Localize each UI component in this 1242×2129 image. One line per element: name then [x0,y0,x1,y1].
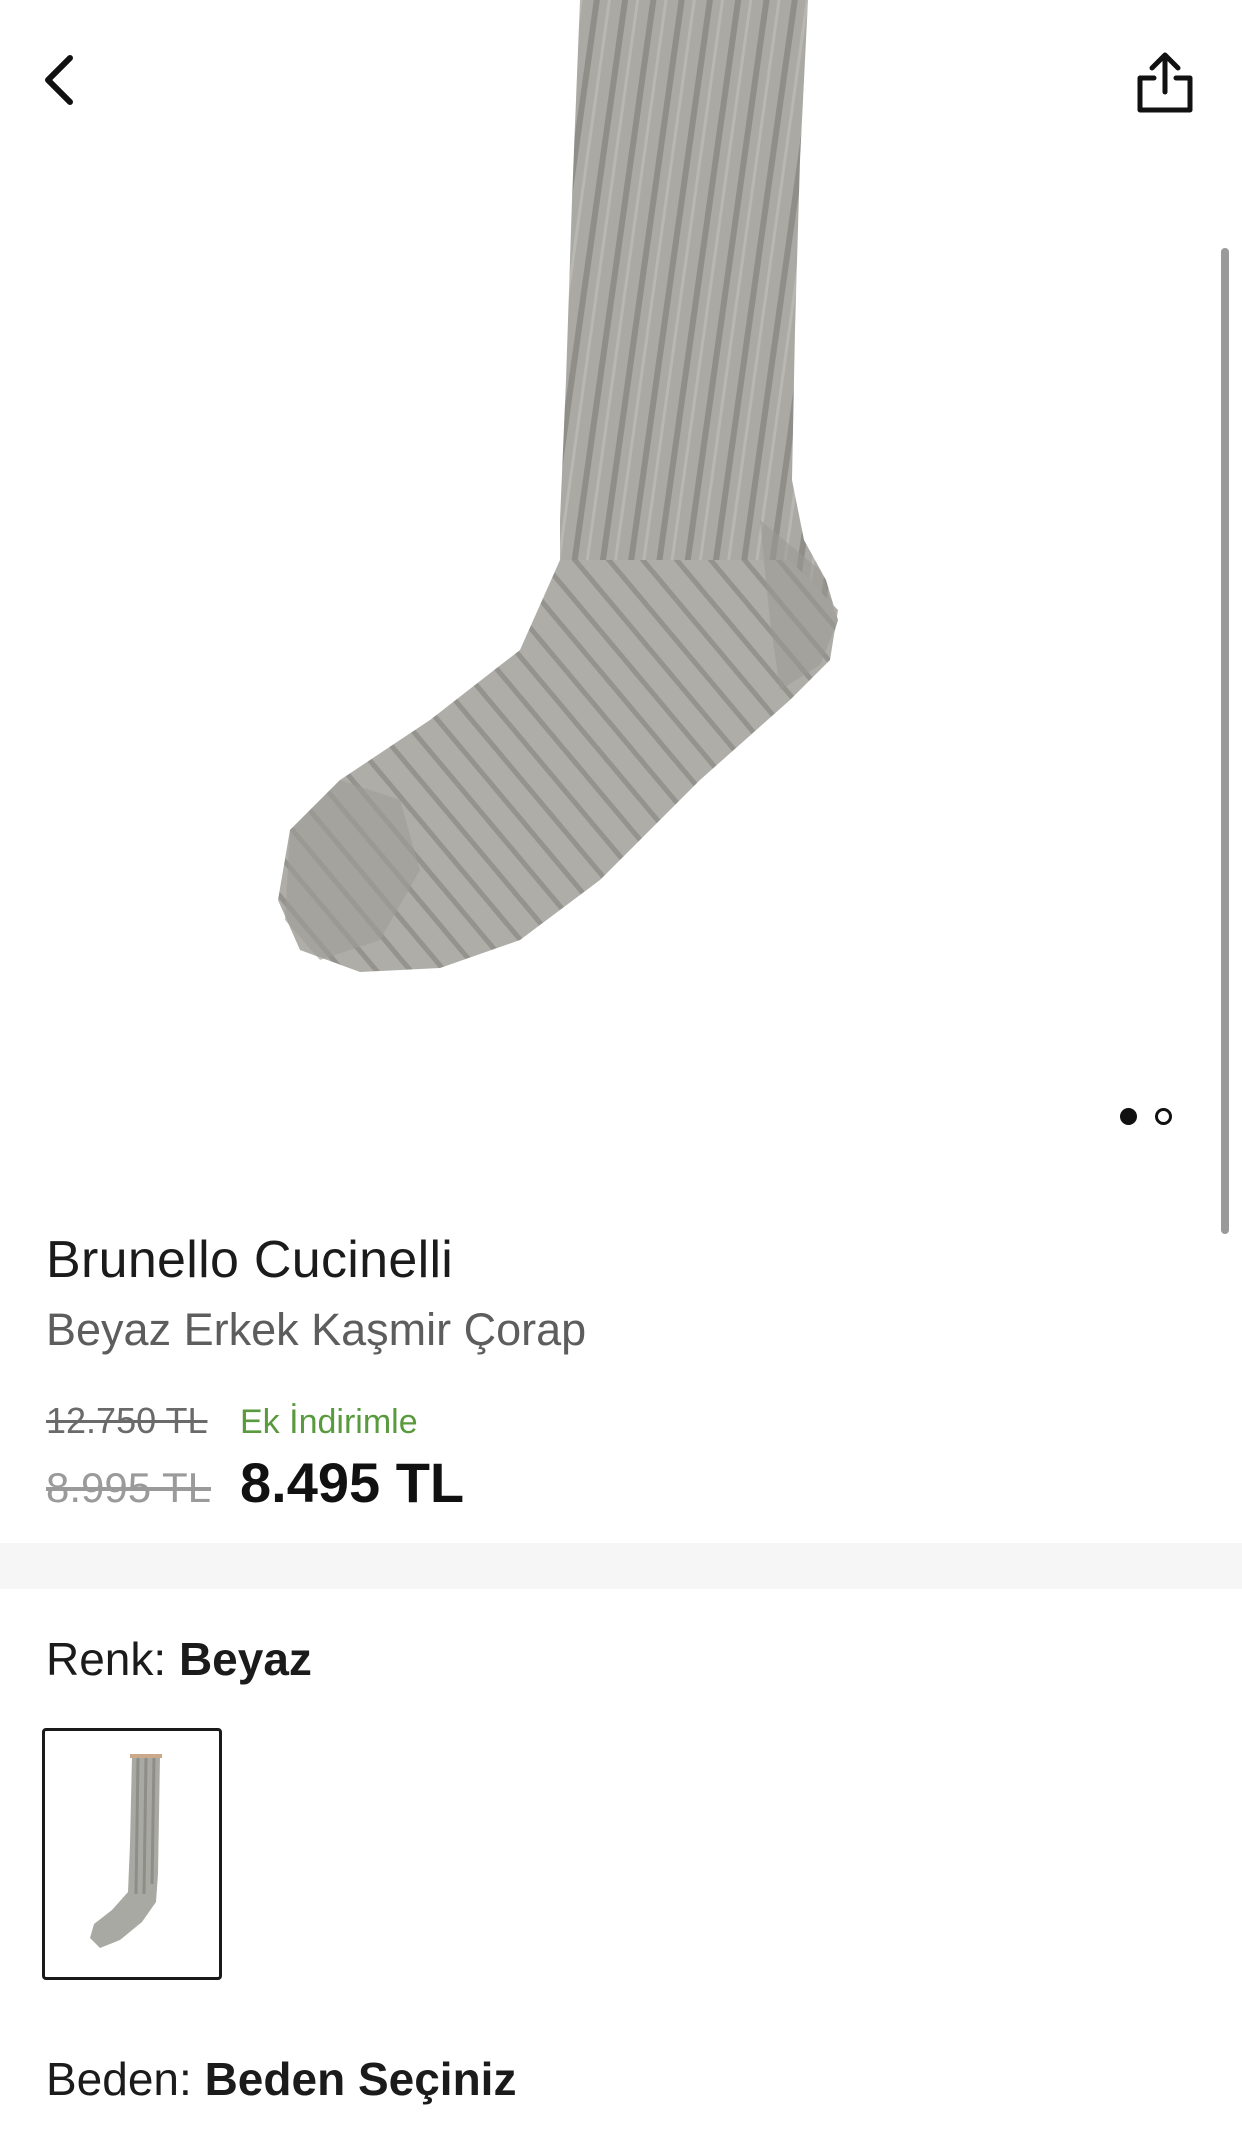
sale-price: 8.995 TL [46,1464,212,1511]
share-icon [1137,52,1193,113]
pager-dot[interactable] [1155,1108,1172,1125]
color-swatch-selected[interactable] [42,1728,222,1980]
size-value[interactable]: Beden Seçiniz [205,2053,517,2105]
color-label-text: Renk: [46,1633,167,1685]
size-label[interactable]: Beden: Beden Seçiniz [46,2052,516,2106]
color-label: Renk: Beyaz [46,1632,312,1686]
pager-dot-active[interactable] [1120,1108,1137,1125]
chevron-left-icon [45,55,73,105]
color-value: Beyaz [178,1633,312,1685]
price-row-original: 12.750 TL Ek İndirimle [46,1400,1196,1442]
final-price: 8.495 TL [240,1451,465,1514]
product-image-gallery[interactable] [0,0,1242,1180]
product-info: Brunello Cucinelli Beyaz Erkek Kaşmir Ço… [46,1228,1196,1360]
brand-name[interactable]: Brunello Cucinelli [46,1228,1196,1292]
discount-label: Ek İndirimle [240,1403,418,1441]
section-divider [0,1543,1242,1589]
sock-thumbnail-icon [90,1754,162,1948]
product-name: Beyaz Erkek Kaşmir Çorap [46,1304,587,1355]
image-pager[interactable] [1120,1108,1172,1125]
price-row-final: 8.995 TL 8.495 TL [46,1450,1196,1515]
product-image[interactable] [0,0,1242,1180]
original-price: 12.750 TL [46,1400,208,1441]
size-label-text: Beden: [46,2053,192,2105]
share-button[interactable] [1120,38,1210,128]
scrollbar[interactable] [1221,248,1229,1234]
back-button[interactable] [28,40,92,120]
price-block: 12.750 TL Ek İndirimle 8.995 TL 8.495 TL [46,1400,1196,1515]
